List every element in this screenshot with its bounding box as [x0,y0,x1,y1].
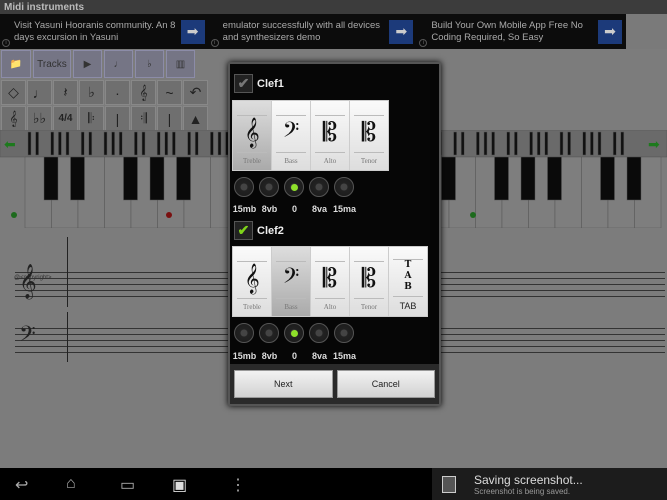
alto-clef-icon: 𝄡 [315,261,345,299]
clef1-label: Clef1 [257,77,284,90]
menu-icon[interactable]: ⋮ [230,475,246,495]
octave-label: 15mb [232,204,257,214]
clef-label: Bass [284,157,298,165]
notification-title: Saving screenshot... [474,472,583,487]
clef1-tenor-button[interactable]: 𝄡 Tenor [350,101,388,170]
recent-apps-icon[interactable]: ▭ [120,475,135,495]
clef-label: Treble [242,157,262,165]
octave-label: 8vb [261,351,278,361]
clef1-octave-radios [234,177,354,197]
octave-label: 15mb [232,351,257,361]
clef2-tab-button[interactable]: T A B TAB [389,247,427,316]
clef-label: Alto [323,303,337,311]
octave-radio[interactable] [334,177,354,197]
octave-label: 8va [311,204,328,214]
tenor-clef-icon: 𝄡 [354,115,384,153]
clef1-treble-button[interactable]: 𝄞 Treble [233,101,271,170]
clef2-treble-button[interactable]: 𝄞 Treble [233,247,271,316]
clef-label: Tenor [360,303,378,311]
octave-radio[interactable] [309,323,329,343]
clef-label: TAB [399,301,417,311]
cancel-button[interactable]: Cancel [336,370,435,398]
octave-radio[interactable] [334,323,354,343]
octave-radio[interactable] [234,323,254,343]
tab-icon: TAB [393,259,423,297]
clef-label: Treble [242,303,262,311]
octave-label: 0 [291,204,297,214]
treble-clef-icon: 𝄞 [237,261,267,299]
clef2-alto-button[interactable]: 𝄡 Alto [311,247,349,316]
octave-radio[interactable] [234,177,254,197]
octave-radio[interactable] [259,323,279,343]
octave-label: 8va [311,351,328,361]
screenshot-notification[interactable]: Saving screenshot... Screenshot is being… [432,468,667,500]
clef2-options: 𝄞 Treble 𝄢 Bass 𝄡 Alto 𝄡 Tenor T A B TAB [232,246,428,317]
home-icon[interactable]: ⌂ [66,475,76,493]
clef-label: Bass [284,303,298,311]
octave-radio[interactable] [284,177,304,197]
clef-dialog: ✔ Clef1 𝄞 Treble 𝄢 Bass 𝄡 Alto 𝄡 Tenor 15mb 8v… [228,62,441,406]
clef1-options: 𝄞 Treble 𝄢 Bass 𝄡 Alto 𝄡 Tenor [232,100,389,171]
alto-clef-icon: 𝄡 [315,115,345,153]
clef1-bass-button[interactable]: 𝄢 Bass [272,101,310,170]
octave-radio[interactable] [309,177,329,197]
octave-label: 15ma [332,351,357,361]
clef2-tenor-button[interactable]: 𝄡 Tenor [350,247,388,316]
bass-clef-icon: 𝄢 [276,115,306,153]
app-title: Midi instruments [0,0,667,14]
tenor-clef-icon: 𝄡 [354,261,384,299]
image-icon [442,475,456,493]
back-icon[interactable]: ↩ [15,475,28,495]
next-button[interactable]: Next [234,370,333,398]
octave-radio[interactable] [259,177,279,197]
clef2-label: Clef2 [257,224,284,237]
notification-subtitle: Screenshot is being saved. [474,486,571,496]
clef1-checkbox[interactable]: ✔ [234,74,253,93]
clef-label: Alto [323,157,337,165]
bass-clef-icon: 𝄢 [276,261,306,299]
dialog-buttons: Next Cancel [230,364,439,404]
clef2-checkbox[interactable]: ✔ [234,221,253,240]
screenshot-icon[interactable]: ▣ [172,475,187,495]
octave-radio[interactable] [284,323,304,343]
octave-label: 8vb [261,204,278,214]
octave-label: 15ma [332,204,357,214]
clef2-bass-button[interactable]: 𝄢 Bass [272,247,310,316]
treble-clef-icon: 𝄞 [237,115,267,153]
octave-label: 0 [291,351,297,361]
clef2-octave-radios [234,323,354,343]
clef1-alto-button[interactable]: 𝄡 Alto [311,101,349,170]
clef-label: Tenor [360,157,378,165]
